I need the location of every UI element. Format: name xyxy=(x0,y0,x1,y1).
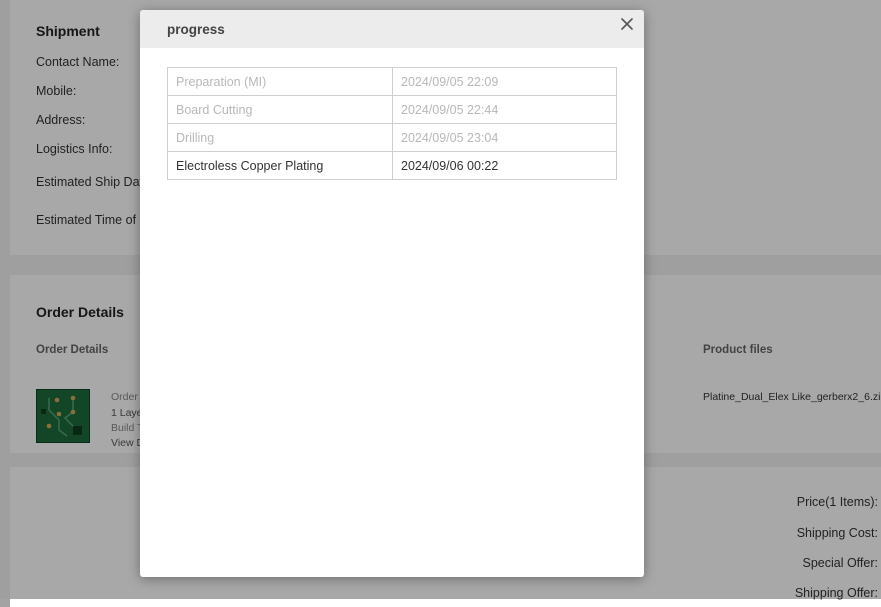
step-name: Drilling xyxy=(167,123,393,152)
progress-row: Board Cutting 2024/09/05 22:44 xyxy=(167,95,617,124)
progress-dialog: progress Preparation (MI) 2024/09/05 22:… xyxy=(140,10,644,577)
step-time: 2024/09/05 23:04 xyxy=(392,123,617,152)
step-time: 2024/09/05 22:44 xyxy=(392,95,617,124)
step-name: Preparation (MI) xyxy=(167,67,393,96)
progress-row: Preparation (MI) 2024/09/05 22:09 xyxy=(167,67,617,96)
step-time: 2024/09/05 22:09 xyxy=(392,67,617,96)
step-time: 2024/09/06 00:22 xyxy=(392,151,617,180)
dialog-title: progress xyxy=(167,22,225,37)
progress-table: Preparation (MI) 2024/09/05 22:09 Board … xyxy=(167,67,617,180)
step-name: Electroless Copper Plating xyxy=(167,151,393,180)
close-button[interactable] xyxy=(618,15,636,33)
close-icon xyxy=(621,18,633,30)
dialog-header: progress xyxy=(140,10,644,48)
progress-row-current: Electroless Copper Plating 2024/09/06 00… xyxy=(167,151,617,180)
progress-row: Drilling 2024/09/05 23:04 xyxy=(167,123,617,152)
step-name: Board Cutting xyxy=(167,95,393,124)
